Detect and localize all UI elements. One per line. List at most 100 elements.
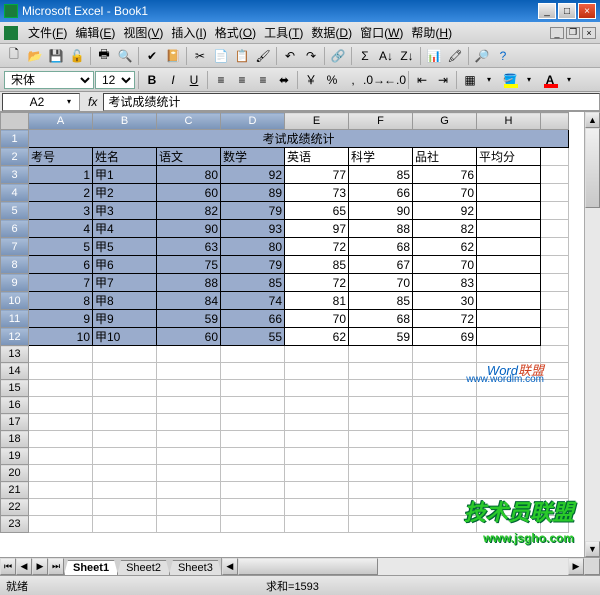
cell-C9[interactable]: 88 [157,274,221,292]
decrease-indent-button[interactable]: ⇤ [412,70,432,90]
col-header-A[interactable]: A [29,113,93,130]
cell-H8[interactable] [477,256,541,274]
hscroll-thumb[interactable] [238,558,378,575]
cell-D12[interactable]: 55 [221,328,285,346]
cell-edge-13[interactable] [541,346,569,363]
fx-button[interactable]: fx [82,95,103,109]
cell-F4[interactable]: 66 [349,184,413,202]
cell-H9[interactable] [477,274,541,292]
cell-B8[interactable]: 甲6 [93,256,157,274]
row-header-2[interactable]: 2 [1,148,29,166]
doc-minimize-button[interactable]: _ [550,27,564,39]
cell-B14[interactable] [93,363,157,380]
open-icon[interactable]: 📂 [25,46,45,66]
cell-H16[interactable] [477,397,541,414]
cell-G22[interactable] [413,499,477,516]
vertical-scrollbar[interactable]: ▲ ▼ [584,112,600,557]
menu-f[interactable]: 文件(F) [24,24,71,42]
cell-A12[interactable]: 10 [29,328,93,346]
cell-A13[interactable] [29,346,93,363]
vscroll-thumb[interactable] [585,128,600,208]
cell-E6[interactable]: 97 [285,220,349,238]
cell-E23[interactable] [285,516,349,533]
cell-H13[interactable] [477,346,541,363]
minimize-button[interactable]: _ [538,3,556,19]
cell-H2[interactable]: 平均分 [477,148,541,166]
menu-d[interactable]: 数据(D) [307,24,356,42]
tab-nav-last-icon[interactable]: ⏭ [48,558,64,575]
cell-B23[interactable] [93,516,157,533]
cell-H6[interactable] [477,220,541,238]
paste-icon[interactable]: 📋 [232,46,252,66]
cell-E3[interactable]: 77 [285,166,349,184]
cell-E9[interactable]: 72 [285,274,349,292]
cell-F11[interactable]: 68 [349,310,413,328]
fill-color-dropdown[interactable]: ▾ [519,70,539,90]
print-preview-icon[interactable]: 🔍 [115,46,135,66]
print-icon[interactable]: 🖶 [94,46,114,66]
cell-edge-17[interactable] [541,414,569,431]
cell-A6[interactable]: 4 [29,220,93,238]
cell-H17[interactable] [477,414,541,431]
drawing-icon[interactable]: 🖍 [445,46,465,66]
cell-D10[interactable]: 74 [221,292,285,310]
cell-D9[interactable]: 85 [221,274,285,292]
row-header-6[interactable]: 6 [1,220,29,238]
cell-E8[interactable]: 85 [285,256,349,274]
cell-E16[interactable] [285,397,349,414]
align-center-button[interactable]: ≡ [232,70,252,90]
name-box-input[interactable] [7,95,67,109]
cell-B22[interactable] [93,499,157,516]
cell-edge-15[interactable] [541,380,569,397]
name-box[interactable]: ▾ [2,93,80,111]
cell-G5[interactable]: 92 [413,202,477,220]
cell-F13[interactable] [349,346,413,363]
cell-C6[interactable]: 90 [157,220,221,238]
increase-decimal-button[interactable]: .0→ [364,70,384,90]
sort-asc-icon[interactable]: A↓ [376,46,396,66]
font-color-button[interactable]: A [540,70,560,90]
cell-G12[interactable]: 69 [413,328,477,346]
cell-F21[interactable] [349,482,413,499]
cell-A17[interactable] [29,414,93,431]
cell-B12[interactable]: 甲10 [93,328,157,346]
cell-D14[interactable] [221,363,285,380]
research-icon[interactable]: 📔 [163,46,183,66]
borders-button[interactable]: ▦ [460,70,480,90]
cell-F18[interactable] [349,431,413,448]
cell-B10[interactable]: 甲8 [93,292,157,310]
row-header-22[interactable]: 22 [1,499,29,516]
horizontal-scrollbar[interactable]: ◀ ▶ [221,558,584,575]
row-header-23[interactable]: 23 [1,516,29,533]
cell-G3[interactable]: 76 [413,166,477,184]
cell-B18[interactable] [93,431,157,448]
cell-C17[interactable] [157,414,221,431]
cell-G15[interactable] [413,380,477,397]
font-color-dropdown[interactable]: ▾ [559,70,579,90]
cell-edge-12[interactable] [541,328,569,346]
col-header-E[interactable]: E [285,113,349,130]
cell-H4[interactable] [477,184,541,202]
decrease-decimal-button[interactable]: ←.0 [385,70,405,90]
cell-G7[interactable]: 62 [413,238,477,256]
cell-C2[interactable]: 语文 [157,148,221,166]
cell-F16[interactable] [349,397,413,414]
cell-edge-20[interactable] [541,465,569,482]
cell-G16[interactable] [413,397,477,414]
spellcheck-icon[interactable]: ✔ [142,46,162,66]
cell-H22[interactable] [477,499,541,516]
menu-i[interactable]: 插入(I) [167,24,210,42]
cell-G9[interactable]: 83 [413,274,477,292]
help-icon[interactable]: ? [493,46,513,66]
worksheet-grid[interactable]: ABCDEFGH1考试成绩统计2考号姓名语文数学英语科学品社平均分31甲1809… [0,112,584,557]
cell-A8[interactable]: 6 [29,256,93,274]
col-header-H[interactable]: H [477,113,541,130]
cell-A7[interactable]: 5 [29,238,93,256]
redo-icon[interactable]: ↷ [301,46,321,66]
cell-edge-11[interactable] [541,310,569,328]
cell-E15[interactable] [285,380,349,397]
cell-E4[interactable]: 73 [285,184,349,202]
cell-D22[interactable] [221,499,285,516]
cell-C10[interactable]: 84 [157,292,221,310]
cell-F12[interactable]: 59 [349,328,413,346]
